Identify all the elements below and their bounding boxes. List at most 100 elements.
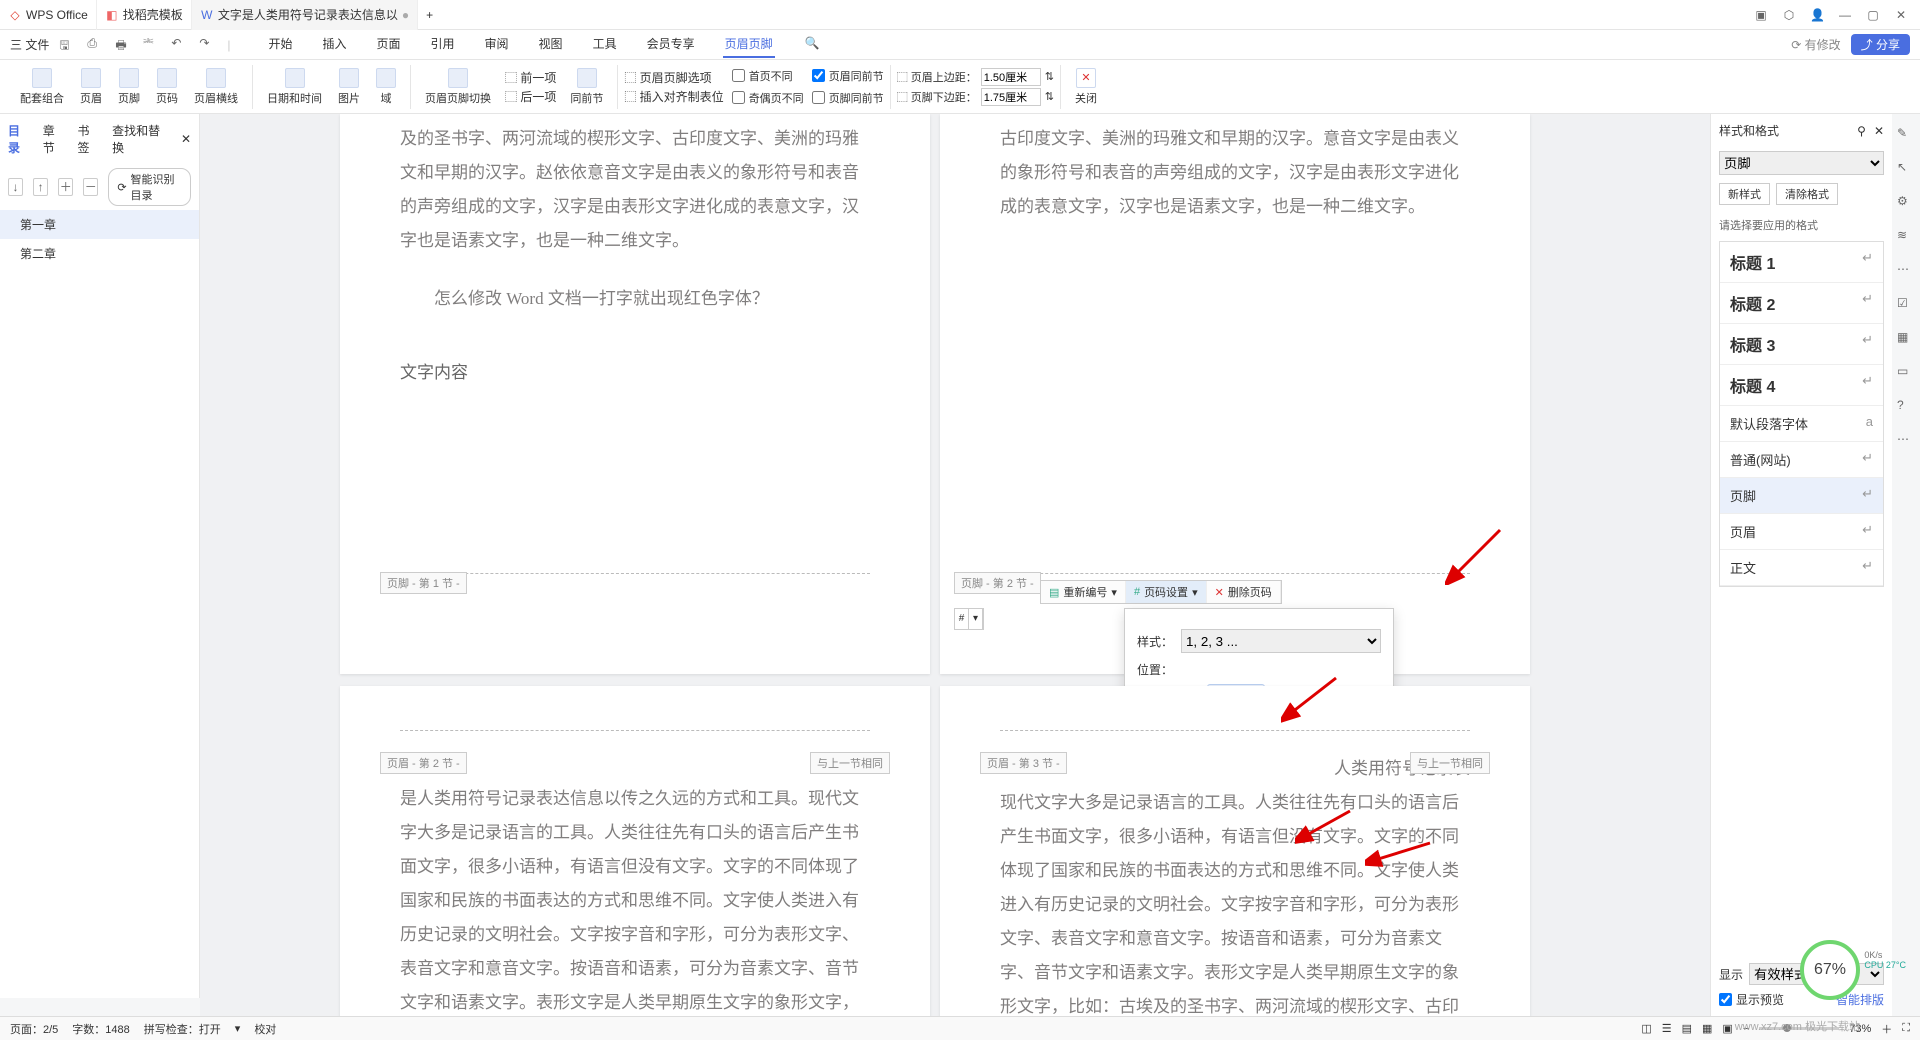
export-icon[interactable]: ⎙	[87, 36, 105, 54]
print-icon[interactable]: 🖶	[115, 36, 133, 54]
rbn-same-prev[interactable]: 同前节	[562, 68, 611, 106]
chk-header-same[interactable]: 页眉同前节	[812, 66, 884, 86]
fullscreen-icon[interactable]: ⛶	[1902, 1022, 1910, 1035]
rbn-hf-options[interactable]: ⬚ 页眉页脚选项	[624, 69, 723, 86]
tool-settings-icon[interactable]: ⚙	[1897, 194, 1915, 212]
tb-page-settings[interactable]: #页码设置▾	[1126, 581, 1207, 603]
inp-footer-bottom[interactable]	[981, 88, 1041, 106]
style-normal-web[interactable]: 普通(网站)↵	[1720, 442, 1883, 478]
maximize-icon[interactable]: ▢	[1866, 8, 1880, 22]
chk-first-diff[interactable]: 首页不同	[732, 66, 804, 86]
preview-icon[interactable]: ⎃	[143, 36, 161, 54]
nav-tab-find[interactable]: 查找和替换	[112, 122, 169, 156]
new-style-button[interactable]: 新样式	[1719, 183, 1770, 205]
view-mode-icon[interactable]: ▤	[1682, 1022, 1692, 1035]
file-menu[interactable]: 三 文件	[10, 36, 49, 53]
nav-up[interactable]: ↑	[33, 178, 48, 196]
toc-chapter-2[interactable]: 第二章	[0, 239, 199, 268]
rbn-field[interactable]: 域	[368, 68, 404, 106]
tb-delete-pagenum[interactable]: ✕删除页码	[1207, 581, 1281, 603]
nav-close-icon[interactable]: ✕	[181, 132, 191, 146]
nav-smart-toc[interactable]: ⟳智能识别目录	[108, 168, 191, 206]
nav-remove[interactable]: －	[83, 178, 98, 196]
rbn-picture[interactable]: 图片	[330, 68, 368, 106]
tab-document[interactable]: W 文字是人类用符号记录表达信息以 ●	[192, 0, 418, 30]
view-mode-icon[interactable]: ▣	[1722, 1022, 1732, 1035]
rbn-next[interactable]: ⬚ 后一项	[505, 88, 556, 105]
tab-templates[interactable]: ◧ 找稻壳模板	[97, 0, 192, 30]
pagenum-indicator[interactable]: #▾	[954, 608, 984, 630]
share-button[interactable]: ⤴ 分享	[1851, 34, 1910, 55]
spin-btns[interactable]: ⇅	[1045, 90, 1054, 103]
minimize-icon[interactable]: —	[1838, 8, 1852, 22]
rbn-set-combo[interactable]: 配套组合	[12, 68, 72, 106]
view-mode-icon[interactable]: ▦	[1702, 1022, 1712, 1035]
style-default-font[interactable]: 默认段落字体a	[1720, 406, 1883, 442]
style-footer[interactable]: 页脚↵	[1720, 478, 1883, 514]
close-icon[interactable]: ✕	[1874, 124, 1884, 138]
rbn-align-tab[interactable]: ⬚ 插入对齐制表位	[624, 88, 723, 105]
nav-tab-toc[interactable]: 目录	[8, 122, 31, 156]
tab-wps-home[interactable]: ◇ WPS Office	[0, 0, 97, 30]
chk-preview[interactable]: 显示预览	[1719, 991, 1784, 1008]
pin-icon[interactable]: ⚲	[1857, 124, 1866, 138]
tool-more-icon[interactable]: ⋯	[1897, 262, 1915, 280]
pending-changes[interactable]: ⟳ 有修改	[1791, 36, 1840, 53]
undo-icon[interactable]: ↶	[171, 36, 189, 54]
menu-view[interactable]: 视图	[537, 31, 565, 58]
search-icon[interactable]: 🔍	[805, 36, 823, 54]
menu-ref[interactable]: 引用	[429, 31, 457, 58]
menu-insert[interactable]: 插入	[320, 31, 348, 58]
rbn-footer[interactable]: 页脚	[110, 68, 148, 106]
menu-review[interactable]: 审阅	[483, 31, 511, 58]
tool-select-icon[interactable]: ↖	[1897, 160, 1915, 178]
style-normal[interactable]: 正文↵	[1720, 550, 1883, 586]
sb-words[interactable]: 字数：1488	[72, 1021, 129, 1037]
view-mode-icon[interactable]: ◫	[1641, 1022, 1651, 1035]
menu-header-footer[interactable]: 页眉页脚	[723, 31, 775, 58]
tool-layout-icon[interactable]: ▦	[1897, 330, 1915, 348]
menu-home[interactable]: 开始	[266, 31, 294, 58]
nav-add[interactable]: ＋	[58, 178, 73, 196]
save-icon[interactable]: 🖫	[59, 36, 77, 54]
nav-tab-chapter[interactable]: 章节	[43, 122, 66, 156]
menu-member[interactable]: 会员专享	[645, 31, 697, 58]
theme-icon[interactable]: ⬡	[1782, 8, 1796, 22]
rbn-header[interactable]: 页眉	[72, 68, 110, 106]
tab-add[interactable]: +	[418, 0, 441, 30]
style-heading3[interactable]: 标题 3↵	[1720, 324, 1883, 365]
tool-review-icon[interactable]: ☑	[1897, 296, 1915, 314]
spin-btns[interactable]: ⇅	[1045, 70, 1054, 83]
tool-help-icon[interactable]: ?	[1897, 398, 1915, 416]
chk-footer-same[interactable]: 页脚同前节	[812, 88, 884, 108]
sb-proof[interactable]: 校对	[254, 1021, 276, 1037]
zoom-in-icon[interactable]: ＋	[1881, 1021, 1892, 1037]
style-heading1[interactable]: 标题 1↵	[1720, 242, 1883, 283]
menu-tools[interactable]: 工具	[591, 31, 619, 58]
view-mode-icon[interactable]: ☰	[1662, 1022, 1672, 1035]
tool-edit-icon[interactable]: ✎	[1897, 126, 1915, 144]
style-heading2[interactable]: 标题 2↵	[1720, 283, 1883, 324]
inp-header-top[interactable]	[981, 68, 1041, 86]
style-heading4[interactable]: 标题 4↵	[1720, 365, 1883, 406]
close-icon[interactable]: ✕	[1894, 8, 1908, 22]
sb-page[interactable]: 页面：2/5	[10, 1021, 58, 1037]
tool-overflow-icon[interactable]: ⋯	[1897, 432, 1915, 450]
avatar-icon[interactable]: 👤	[1810, 8, 1824, 22]
rbn-header-line[interactable]: 页眉横线	[186, 68, 246, 106]
clear-format-button[interactable]: 清除格式	[1776, 183, 1838, 205]
appstore-icon[interactable]: ▣	[1754, 8, 1768, 22]
menu-page[interactable]: 页面	[375, 31, 403, 58]
current-style-select[interactable]: 页脚	[1719, 151, 1884, 175]
tool-navigation-icon[interactable]: ▭	[1897, 364, 1915, 382]
nav-down[interactable]: ↓	[8, 178, 23, 196]
rbn-prev[interactable]: ⬚ 前一项	[505, 69, 556, 86]
tool-format-icon[interactable]: ≋	[1897, 228, 1915, 246]
document-canvas[interactable]: 及的圣书字、两河流域的楔形文字、古印度文字、美洲的玛雅文和早期的汉字。赵依依意音…	[200, 114, 1710, 1016]
style-header[interactable]: 页眉↵	[1720, 514, 1883, 550]
rbn-close[interactable]: ✕关闭	[1067, 68, 1105, 106]
redo-icon[interactable]: ↷	[199, 36, 217, 54]
toc-chapter-1[interactable]: 第一章	[0, 210, 199, 239]
nav-tab-bookmark[interactable]: 书签	[77, 122, 100, 156]
sb-spell[interactable]: 拼写检查：打开	[144, 1021, 221, 1037]
